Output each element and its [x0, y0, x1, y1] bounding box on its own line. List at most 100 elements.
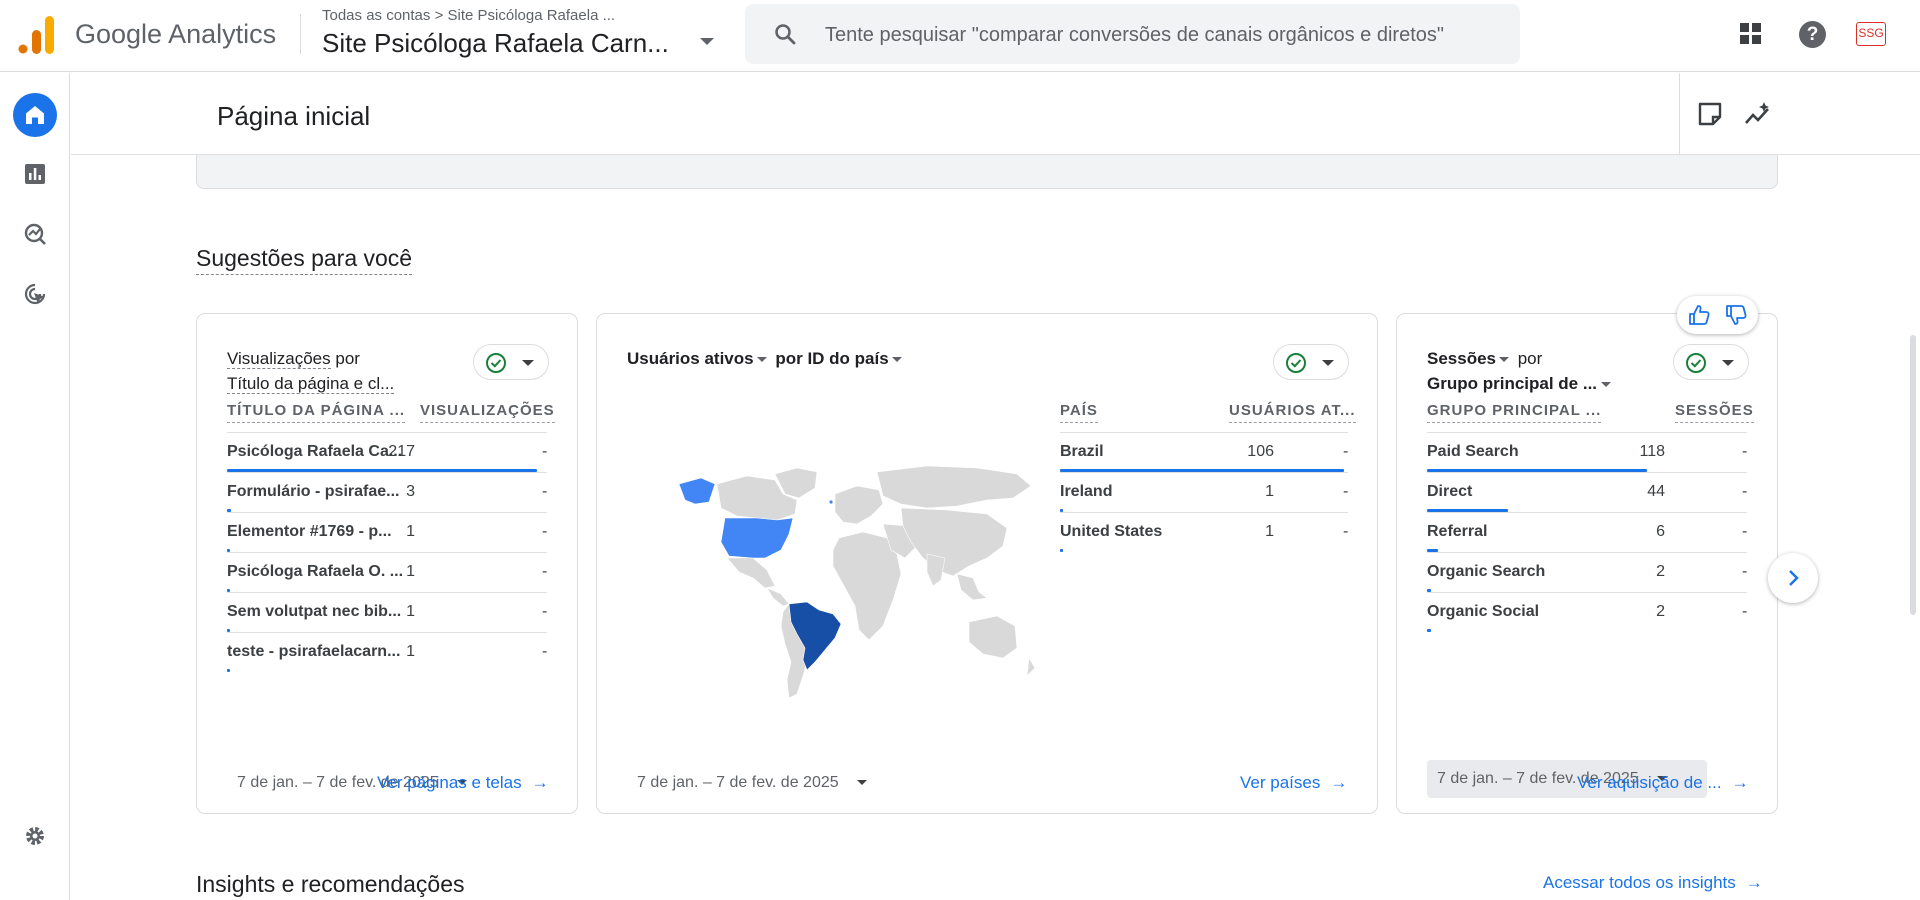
row-label: Ireland: [1060, 483, 1113, 500]
arrow-right-icon: →: [1330, 773, 1348, 792]
table-row[interactable]: Ireland 1 -: [1060, 472, 1348, 512]
row-value: 217: [388, 443, 415, 460]
property-selector[interactable]: Site Psicóloga Rafaela Carn...: [322, 28, 669, 59]
row-label: United States: [1060, 523, 1163, 540]
explore-icon: [24, 223, 46, 245]
chevron-down-icon[interactable]: [1601, 382, 1612, 387]
row-label: Organic Social: [1427, 603, 1540, 620]
row-label: Elementor #1769 - p...: [227, 523, 392, 540]
table-row[interactable]: Referral 6 -: [1427, 512, 1747, 552]
row-comparison: -: [1742, 483, 1748, 500]
row-value: 106: [1247, 443, 1274, 460]
column-header: VISUALIZAÇÕES: [420, 402, 555, 423]
table-row[interactable]: Organic Social 2 -: [1427, 592, 1747, 632]
row-comparison: -: [542, 643, 548, 660]
row-comparison: -: [542, 563, 548, 580]
table-row[interactable]: Organic Search 2 -: [1427, 552, 1747, 592]
avatar[interactable]: SSG: [1856, 22, 1886, 46]
row-comparison: -: [542, 523, 548, 540]
row-value: 3: [406, 483, 415, 500]
table-row[interactable]: United States 1 -: [1060, 512, 1348, 552]
chevron-down-icon[interactable]: [756, 357, 767, 362]
chevron-down-icon: [856, 780, 867, 786]
insights-sparkle-icon[interactable]: [1744, 101, 1772, 127]
table-row[interactable]: Brazil 106 -: [1060, 432, 1348, 472]
admin-nav-button[interactable]: [13, 814, 57, 858]
chevron-down-icon[interactable]: [1499, 357, 1509, 362]
row-label: Direct: [1427, 483, 1473, 500]
card-title[interactable]: Visualizações por Título da página e cl.…: [227, 346, 395, 396]
page-title: Página inicial: [217, 101, 371, 131]
row-label: Organic Search: [1427, 563, 1546, 580]
card-status-button[interactable]: [473, 344, 549, 380]
row-label: Formulário - psirafae...: [227, 483, 400, 500]
column-header: TÍTULO DA PÁGINA ...: [227, 402, 406, 423]
row-comparison: -: [1343, 443, 1349, 460]
view-acquisition-link[interactable]: Ver aquisição de ... →: [1577, 773, 1749, 793]
divider: [1679, 73, 1680, 155]
row-value: 118: [1639, 443, 1665, 460]
thumbs-down-icon[interactable]: [1725, 304, 1747, 326]
apps-grid-icon[interactable]: [1740, 23, 1762, 45]
note-icon[interactable]: [1697, 101, 1723, 127]
insights-section-title: Insights e recomendações: [196, 871, 465, 897]
table-row[interactable]: Psicóloga Rafaela O. ... 1 -: [227, 552, 547, 592]
advertising-nav-button[interactable]: [13, 272, 57, 316]
reports-nav-button[interactable]: [13, 152, 57, 196]
map-central-america: [766, 587, 790, 607]
world-map: [678, 465, 1036, 699]
row-comparison: -: [1742, 563, 1748, 580]
row-comparison: -: [542, 483, 548, 500]
chevron-down-icon[interactable]: [700, 38, 714, 45]
card-status-button[interactable]: [1273, 344, 1349, 380]
row-label: Referral: [1427, 523, 1488, 540]
table-row[interactable]: Sem volutpat nec bib... 1 -: [227, 592, 547, 632]
search-bar[interactable]: Tente pesquisar "comparar conversões de …: [745, 4, 1520, 64]
table-row[interactable]: Formulário - psirafae... 3 -: [227, 472, 547, 512]
map-usa: [720, 517, 794, 559]
card-page-views: Visualizações por Título da página e cl.…: [196, 313, 578, 814]
scrollbar[interactable]: [1910, 335, 1916, 615]
table-row[interactable]: Elementor #1769 - p... 1 -: [227, 512, 547, 552]
row-bar: [1060, 549, 1063, 552]
explore-nav-button[interactable]: [13, 212, 57, 256]
table-row[interactable]: Direct 44 -: [1427, 472, 1747, 512]
help-icon[interactable]: ?: [1799, 21, 1826, 48]
view-countries-link[interactable]: Ver países →: [1240, 773, 1347, 793]
gear-icon: [26, 827, 44, 845]
row-comparison: -: [1742, 603, 1748, 620]
previous-panel-bottom: [196, 155, 1778, 189]
chevron-down-icon: [1322, 360, 1334, 366]
table-row[interactable]: Psicóloga Rafaela Ca... 217 -: [227, 432, 547, 472]
home-nav-button[interactable]: [13, 93, 57, 137]
breadcrumb[interactable]: Todas as contas > Site Psicóloga Rafaela…: [322, 7, 615, 24]
row-label: Sem volutpat nec bib...: [227, 603, 402, 620]
table-row[interactable]: Paid Search 118 -: [1427, 432, 1747, 472]
row-comparison: -: [1343, 483, 1349, 500]
card-title[interactable]: Usuários ativos por ID do país: [627, 346, 902, 371]
check-circle-icon: [486, 353, 506, 373]
thumbs-up-icon[interactable]: [1688, 304, 1710, 326]
card-status-button[interactable]: [1673, 344, 1749, 380]
row-value: 2: [1656, 563, 1665, 580]
cursor-target-icon: [24, 283, 46, 305]
arrow-right-icon: →: [1745, 873, 1763, 892]
row-value: 1: [406, 523, 415, 540]
map-southeast-asia: [956, 573, 988, 601]
view-pages-link[interactable]: Ver páginas e telas →: [377, 773, 549, 793]
date-range-selector[interactable]: 7 de jan. – 7 de fev. de 2025: [637, 774, 867, 792]
chevron-down-icon[interactable]: [891, 357, 902, 362]
row-value: 1: [406, 603, 415, 620]
card-title[interactable]: Sessões por Grupo principal de ...: [1427, 346, 1612, 396]
bar-chart-icon: [25, 164, 45, 184]
next-card-button[interactable]: [1768, 553, 1818, 603]
map-new-zealand: [1026, 657, 1036, 677]
divider: [300, 14, 301, 54]
map-europe: [834, 485, 884, 525]
map-alaska: [678, 477, 716, 505]
table-row[interactable]: teste - psirafaelacarn... 1 -: [227, 632, 547, 672]
search-input[interactable]: Tente pesquisar "comparar conversões de …: [825, 24, 1444, 47]
brand-name: Google Analytics: [75, 19, 277, 49]
all-insights-link[interactable]: Acessar todos os insights →: [1543, 873, 1763, 893]
row-label: Paid Search: [1427, 443, 1519, 460]
